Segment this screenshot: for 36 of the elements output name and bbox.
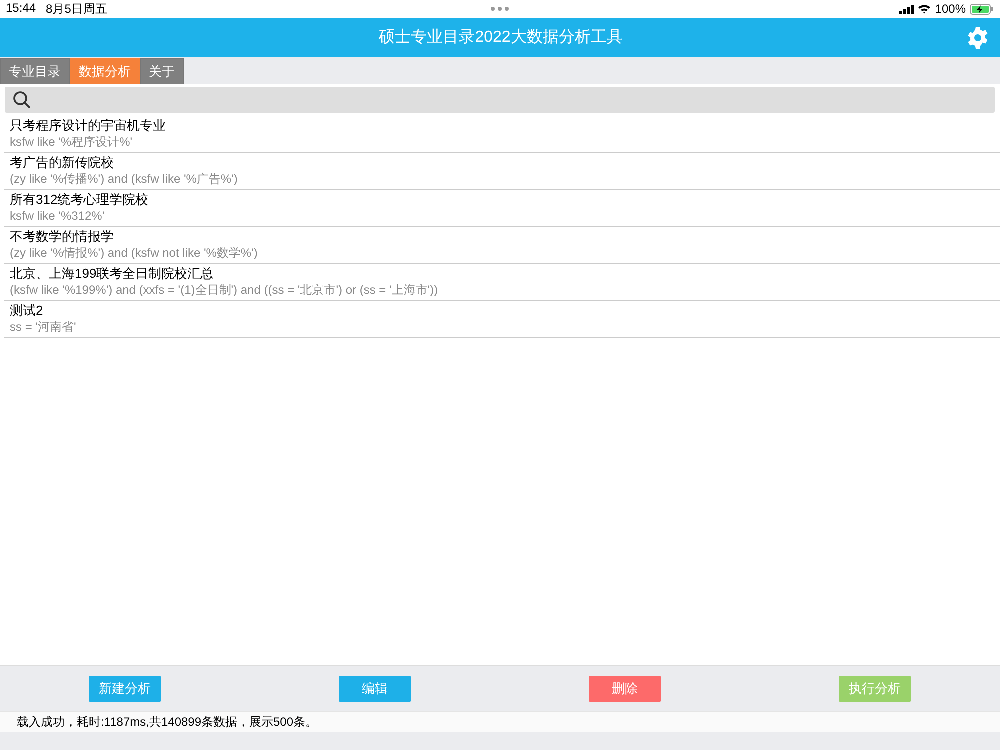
battery-charging-icon (970, 4, 994, 14)
tab[interactable]: 关于 (140, 58, 184, 84)
analysis-title: 只考程序设计的宇宙机专业 (10, 118, 167, 134)
search-icon (13, 91, 31, 109)
action-button[interactable]: 新建分析 (89, 676, 161, 702)
analysis-query: (ksfw like '%199%') and (xxfs = '(1)全日制') and ((ss = '北京市') or (ss = '上海市')) (10, 282, 440, 298)
analysis-list-item[interactable]: 北京、上海199联考全日制院校汇总 (ksfw like '%199%') and (xxfs = '(1)全日制') and ((ss = '北京市') or (ss = '上海市')) (4, 264, 1000, 301)
wifi-icon (918, 4, 932, 14)
analysis-query: ksfw like '%程序设计%' (10, 134, 134, 150)
analysis-list-item[interactable]: 只考程序设计的宇宙机专业 ksfw like '%程序设计%' (4, 116, 1000, 153)
app-title: 硕士专业目录2022大数据分析工具 (379, 28, 623, 48)
analysis-list-item[interactable]: 不考数学的情报学 (zy like '%情报%') and (ksfw not like '%数学%') (4, 227, 1000, 264)
tab[interactable]: 专业目录 (0, 58, 70, 84)
analysis-query: (zy like '%情报%') and (ksfw not like '%数学%') (10, 245, 259, 261)
analysis-query: ss = '河南省' (10, 319, 78, 335)
analysis-list-item[interactable]: 测试2 ss = '河南省' (4, 301, 1000, 338)
action-button[interactable]: 编辑 (339, 676, 411, 702)
status-message: 载入成功，耗时:1187ms,共140899条数据，展示500条。 (17, 714, 318, 730)
action-button[interactable]: 删除 (589, 676, 661, 702)
analysis-title: 测试2 (10, 303, 44, 319)
settings-icon[interactable] (966, 26, 990, 50)
analysis-title: 北京、上海199联考全日制院校汇总 (10, 266, 215, 282)
status-time: 15:44 (6, 0, 36, 16)
multitask-dots-icon[interactable] (490, 6, 510, 12)
analysis-query: ksfw like '%312%' (10, 208, 106, 224)
status-date: 8月5日周五 (46, 0, 108, 18)
analysis-title: 考广告的新传院校 (10, 155, 115, 171)
analysis-list-item[interactable]: 考广告的新传院校 (zy like '%传播%') and (ksfw like '%广告%') (4, 153, 1000, 190)
search-field[interactable] (5, 87, 995, 113)
tab[interactable]: 数据分析 (70, 58, 140, 84)
analysis-title: 所有312统考心理学院校 (10, 192, 150, 208)
battery-percent: 100% (935, 2, 966, 16)
analysis-title: 不考数学的情报学 (10, 229, 115, 245)
signal-icon (899, 4, 914, 14)
analysis-list-item[interactable]: 所有312统考心理学院校 ksfw like '%312%' (4, 190, 1000, 227)
analysis-query: (zy like '%传播%') and (ksfw like '%广告%') (10, 171, 239, 187)
